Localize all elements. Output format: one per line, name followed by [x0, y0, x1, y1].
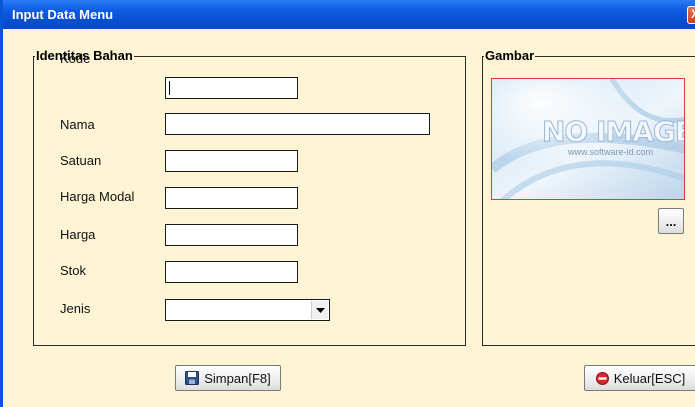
close-button[interactable]: X	[687, 6, 695, 24]
harga-modal-field[interactable]	[165, 187, 298, 209]
title-bar[interactable]: Input Data Menu X	[3, 0, 695, 29]
label-kode: Kode	[60, 51, 91, 66]
kode-field[interactable]	[165, 77, 298, 99]
no-image-text: NO IMAGE	[541, 115, 685, 149]
label-harga-modal: Harga Modal	[60, 189, 135, 204]
label-harga: Harga	[60, 227, 96, 242]
browse-image-button[interactable]: ...	[658, 208, 684, 234]
jenis-select[interactable]	[165, 299, 330, 321]
nama-field[interactable]	[165, 113, 430, 135]
input-data-menu-window: Input Data Menu X Identitas Bahan Kode N…	[0, 0, 695, 407]
floppy-disk-icon	[185, 371, 200, 385]
exit-button-label: Keluar[ESC]	[613, 370, 686, 386]
label-jenis: Jenis	[60, 301, 91, 316]
save-button[interactable]: Simpan[F8]	[175, 365, 281, 391]
satuan-field[interactable]	[165, 150, 298, 172]
watermark-text: www.software-id.com	[568, 147, 654, 157]
label-satuan: Satuan	[60, 153, 102, 168]
exit-button[interactable]: Keluar[ESC]	[584, 365, 695, 391]
gambar-legend: Gambar	[484, 48, 536, 63]
save-button-label: Simpan[F8]	[204, 370, 271, 386]
text-cursor	[169, 81, 170, 95]
image-preview[interactable]: NO IMAGE www.software-id.com	[491, 78, 685, 200]
harga-field[interactable]	[165, 224, 298, 246]
chevron-down-icon[interactable]	[311, 301, 328, 319]
label-nama: Nama	[60, 117, 95, 132]
stok-field[interactable]	[165, 261, 298, 283]
no-entry-icon	[595, 371, 609, 385]
window-title: Input Data Menu	[12, 7, 114, 22]
label-stok: Stok	[60, 263, 87, 278]
